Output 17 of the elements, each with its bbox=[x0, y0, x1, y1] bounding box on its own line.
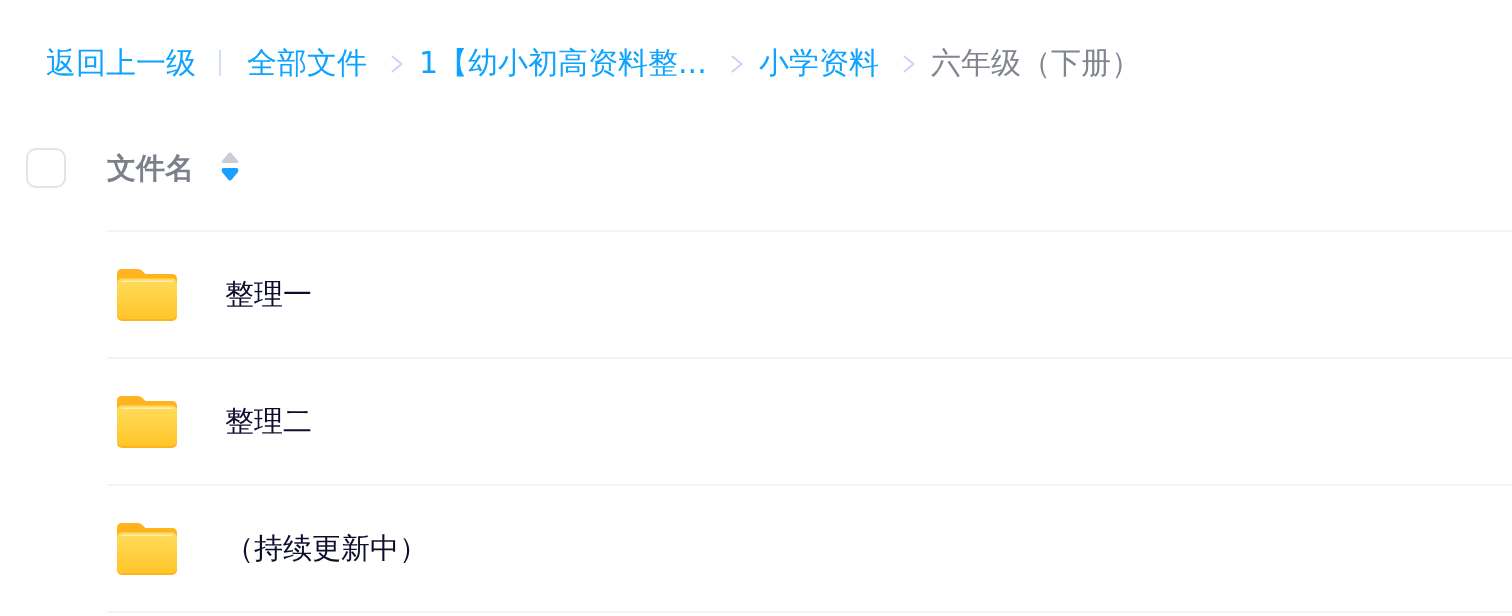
chevron-right-icon bbox=[730, 55, 743, 73]
breadcrumb-link[interactable]: 1【幼小初高资料整... bbox=[419, 42, 707, 84]
folder-name[interactable]: （持续更新中） bbox=[225, 528, 428, 569]
folder-icon bbox=[117, 395, 177, 448]
chevron-right-icon bbox=[902, 55, 915, 73]
folder-icon bbox=[117, 268, 177, 321]
column-header: 文件名 bbox=[107, 150, 194, 187]
sort-icon[interactable] bbox=[221, 152, 239, 181]
chevron-right-icon bbox=[391, 55, 403, 73]
folder-icon bbox=[117, 522, 177, 575]
folder-name[interactable]: 整理二 bbox=[225, 401, 312, 442]
breadcrumb-link[interactable]: 全部文件 bbox=[247, 42, 367, 84]
select-all-checkbox[interactable] bbox=[26, 148, 66, 188]
back-link[interactable]: 返回上一级 bbox=[46, 42, 196, 84]
breadcrumb-current: 六年级（下册） bbox=[930, 43, 1141, 82]
breadcrumb-link[interactable]: 小学资料 bbox=[758, 42, 879, 84]
folder-name[interactable]: 整理一 bbox=[225, 274, 312, 315]
